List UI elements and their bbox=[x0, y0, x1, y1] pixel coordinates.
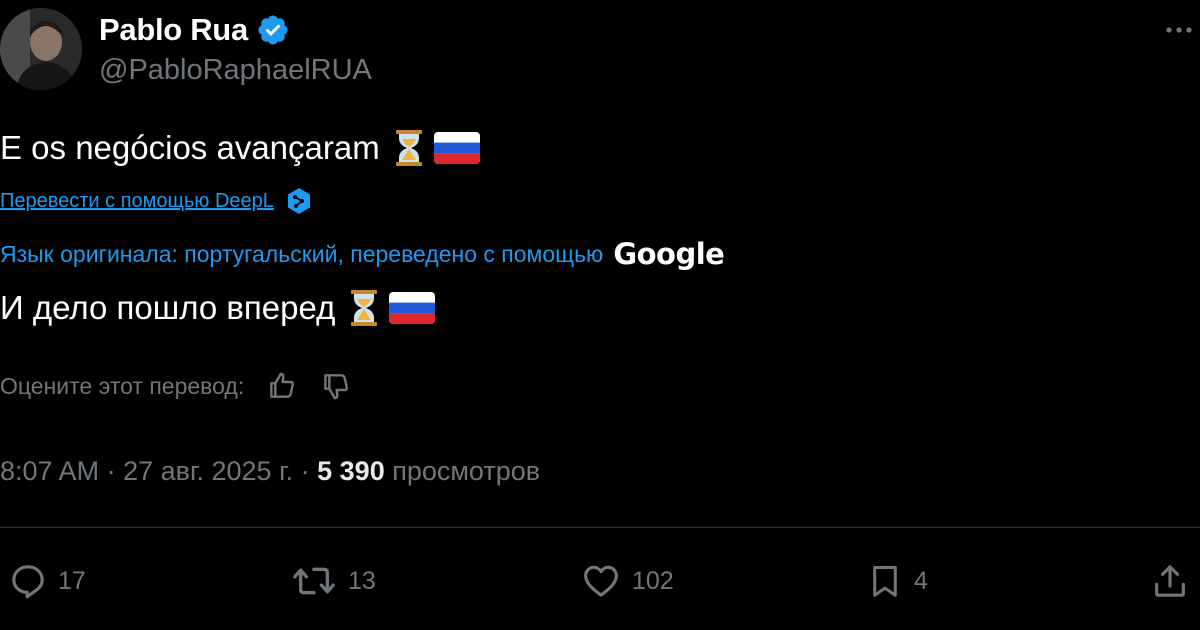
meta-separator: · bbox=[99, 456, 124, 486]
deepl-logo-icon bbox=[287, 188, 310, 214]
verified-badge-icon[interactable] bbox=[256, 13, 290, 47]
heart-icon bbox=[584, 565, 618, 597]
russia-flag-emoji-icon bbox=[389, 292, 436, 324]
tweet-text: E os negócios avançaram bbox=[0, 126, 480, 170]
thumbs-down-icon[interactable] bbox=[320, 370, 352, 402]
hourglass-emoji-icon bbox=[395, 130, 422, 166]
rate-translation-row: Оцените этот перевод: bbox=[0, 368, 352, 404]
translate-deepl-link[interactable]: Перевести с помощью DeepL bbox=[0, 186, 312, 216]
tweet-time[interactable]: 8:07 AM bbox=[0, 456, 99, 486]
translate-deepl-label[interactable]: Перевести с помощью DeepL bbox=[0, 186, 274, 216]
repost-button[interactable]: 13 bbox=[290, 558, 376, 604]
views-count: 5 390 bbox=[317, 456, 385, 486]
reply-icon bbox=[12, 565, 44, 599]
translated-text: И дело пошло вперед bbox=[0, 286, 436, 330]
like-button[interactable]: 102 bbox=[580, 558, 674, 604]
more-options-icon[interactable] bbox=[1162, 16, 1196, 44]
author-avatar[interactable] bbox=[0, 8, 82, 90]
share-button[interactable] bbox=[1150, 558, 1190, 604]
author-display-name[interactable]: Pablo Rua bbox=[99, 12, 248, 48]
divider bbox=[0, 527, 1200, 528]
like-count: 102 bbox=[632, 566, 674, 595]
bookmark-icon bbox=[873, 566, 897, 597]
rate-translation-label: Оцените этот перевод: bbox=[0, 373, 245, 399]
bookmark-button[interactable]: 4 bbox=[866, 558, 928, 604]
views-label: просмотров bbox=[384, 456, 541, 486]
original-language-text: Язык оригинала: португальский, переведен… bbox=[0, 241, 604, 267]
tweet-meta: 8:07 AM · 27 авг. 2025 г. · 5 390 просмо… bbox=[0, 452, 540, 490]
tweet-text-content: E os negócios avançaram bbox=[0, 129, 380, 166]
tweet-date[interactable]: 27 авг. 2025 г. bbox=[123, 456, 293, 486]
thumbs-up-icon[interactable] bbox=[266, 370, 298, 402]
reply-count: 17 bbox=[58, 566, 86, 595]
meta-separator: · bbox=[293, 456, 318, 486]
reply-button[interactable]: 17 bbox=[8, 558, 86, 604]
hourglass-emoji-icon bbox=[351, 290, 378, 326]
share-icon bbox=[1155, 565, 1185, 597]
avatar-photo bbox=[0, 8, 82, 90]
translated-text-content: И дело пошло вперед bbox=[0, 289, 336, 326]
author-name-row[interactable]: Pablo Rua bbox=[99, 6, 290, 54]
repost-icon bbox=[293, 567, 335, 595]
repost-count: 13 bbox=[348, 566, 376, 595]
russia-flag-emoji-icon bbox=[433, 132, 480, 164]
original-language-note: Язык оригинала: португальский, переведен… bbox=[0, 236, 725, 272]
bookmark-count: 4 bbox=[914, 566, 928, 595]
author-handle[interactable]: @PabloRaphaelRUA bbox=[99, 50, 372, 90]
google-logo: Google bbox=[613, 237, 725, 271]
